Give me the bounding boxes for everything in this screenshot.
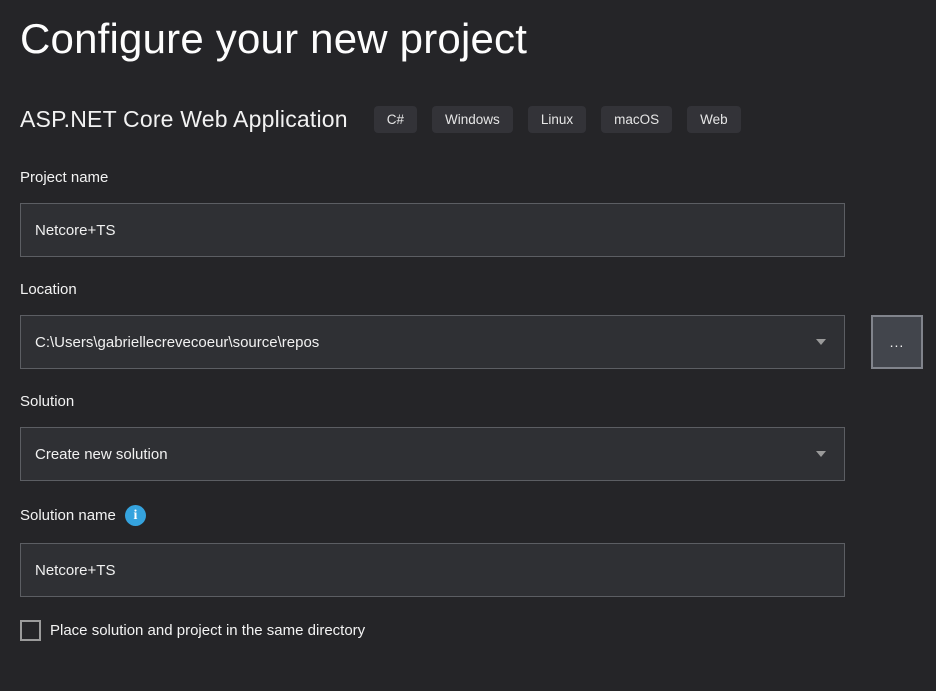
tag-csharp: C# — [374, 106, 417, 133]
tag-linux: Linux — [528, 106, 586, 133]
location-value: C:\Users\gabriellecrevecoeur\source\repo… — [35, 334, 319, 351]
browse-button[interactable]: ... — [871, 315, 923, 369]
solution-name-label: Solution name i — [20, 505, 936, 526]
page-title: Configure your new project — [20, 0, 936, 64]
same-directory-checkbox[interactable] — [20, 620, 41, 641]
chevron-down-icon — [816, 339, 826, 345]
solution-row: Create new solution — [20, 427, 936, 481]
tag-windows: Windows — [432, 106, 513, 133]
solution-name-input[interactable] — [20, 543, 845, 597]
project-name-label: Project name — [20, 169, 936, 186]
tag-macos: macOS — [601, 106, 672, 133]
template-name: ASP.NET Core Web Application — [20, 106, 348, 133]
project-name-input[interactable] — [20, 203, 845, 257]
solution-value: Create new solution — [35, 446, 168, 463]
template-row: ASP.NET Core Web Application C# Windows … — [20, 106, 936, 133]
info-icon[interactable]: i — [125, 505, 146, 526]
location-row: C:\Users\gabriellecrevecoeur\source\repo… — [20, 315, 936, 369]
location-label: Location — [20, 281, 936, 298]
solution-label: Solution — [20, 393, 936, 410]
tag-web: Web — [687, 106, 741, 133]
configure-project-dialog: Configure your new project ASP.NET Core … — [0, 0, 936, 691]
chevron-down-icon — [816, 451, 826, 457]
solution-combobox[interactable]: Create new solution — [20, 427, 845, 481]
same-directory-row: Place solution and project in the same d… — [20, 620, 936, 641]
template-tags: C# Windows Linux macOS Web — [374, 106, 741, 133]
same-directory-label: Place solution and project in the same d… — [50, 622, 365, 639]
location-combobox[interactable]: C:\Users\gabriellecrevecoeur\source\repo… — [20, 315, 845, 369]
